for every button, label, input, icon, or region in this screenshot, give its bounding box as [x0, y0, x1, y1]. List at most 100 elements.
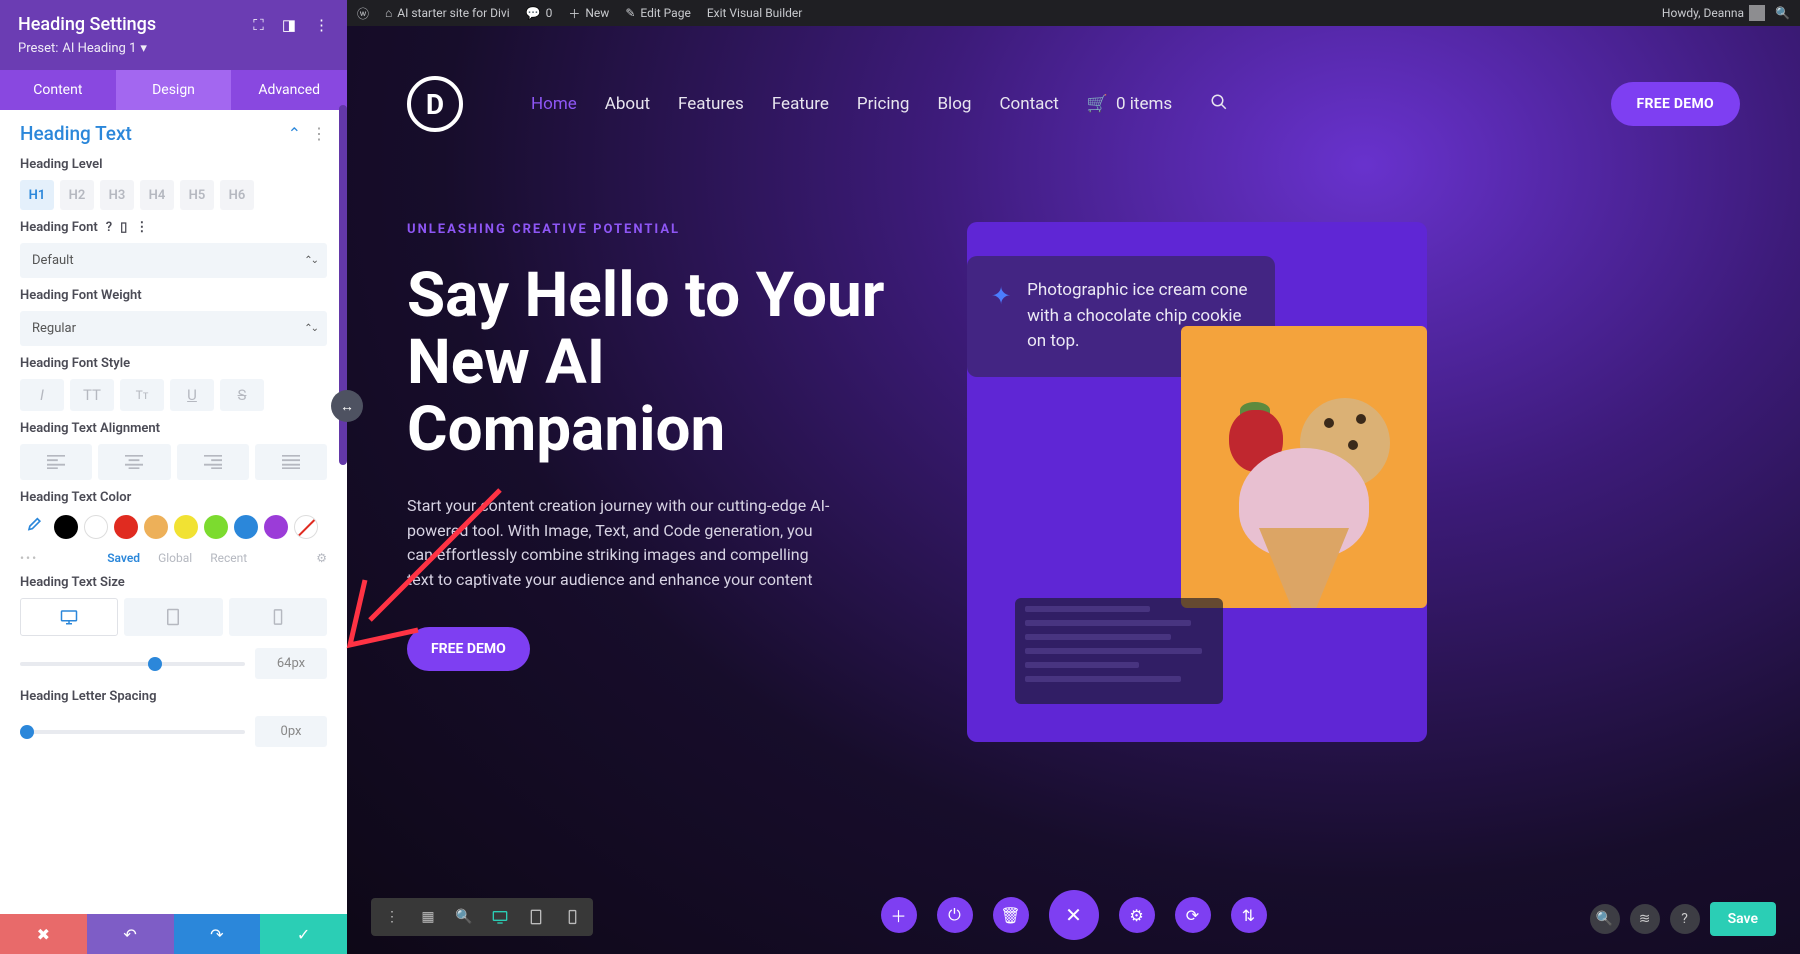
undo-button[interactable]: ↶	[87, 914, 174, 954]
settings-tabs: Content Design Advanced	[0, 70, 347, 110]
sidebar-toggle-handle[interactable]: ↔	[331, 390, 363, 422]
vt-wireframe-icon[interactable]: ▦	[411, 904, 445, 930]
avatar	[1749, 5, 1765, 21]
nav-features[interactable]: Features	[678, 94, 744, 114]
nav-cta-button[interactable]: FREE DEMO	[1611, 82, 1740, 126]
color-red[interactable]	[114, 515, 138, 539]
color-yellow[interactable]	[174, 515, 198, 539]
nav-home[interactable]: Home	[531, 94, 577, 114]
letter-spacing-value[interactable]: 0px	[255, 716, 327, 747]
save-button[interactable]: Save	[1710, 902, 1776, 936]
confirm-button[interactable]: ✓	[260, 914, 347, 954]
color-tab-recent[interactable]: Recent	[210, 551, 247, 565]
device-tablet[interactable]	[124, 598, 222, 636]
heading-level-h2[interactable]: H2	[60, 180, 94, 210]
color-green[interactable]	[204, 515, 228, 539]
color-tab-global[interactable]: Global	[158, 551, 192, 565]
settings-button[interactable]: ⚙	[1119, 897, 1155, 933]
focus-icon[interactable]: ⛶	[253, 16, 264, 34]
find-button[interactable]: 🔍	[1590, 904, 1620, 934]
section-title-heading-text[interactable]: Heading Text	[20, 122, 132, 145]
heading-font-select[interactable]: Default	[20, 243, 327, 278]
color-black[interactable]	[54, 515, 78, 539]
eyedropper-icon[interactable]	[20, 513, 48, 541]
more-colors-icon[interactable]: •••	[20, 551, 38, 565]
layers-button[interactable]: ≋	[1630, 904, 1660, 934]
wp-comments[interactable]: 💬 0	[526, 6, 553, 20]
delete-button[interactable]: 🗑	[993, 897, 1029, 933]
preset-selector[interactable]: Preset: AI Heading 1 ▾	[18, 41, 329, 56]
heading-font-weight-select[interactable]: Regular	[20, 311, 327, 346]
heading-level-h1[interactable]: H1	[20, 180, 54, 210]
tab-design[interactable]: Design	[116, 70, 232, 110]
device-phone[interactable]	[229, 598, 327, 636]
hero-title: Say Hello to Your New AI Companion	[407, 263, 927, 464]
nav-cart[interactable]: 🛒 0 items	[1087, 94, 1172, 114]
color-orange[interactable]	[144, 515, 168, 539]
nav-about[interactable]: About	[605, 94, 650, 114]
color-tab-saved[interactable]: Saved	[107, 551, 140, 565]
heading-text-size-label: Heading Text Size	[20, 575, 327, 590]
add-button[interactable]: ＋	[881, 897, 917, 933]
wp-exit-vb[interactable]: Exit Visual Builder	[707, 6, 803, 20]
device-desktop[interactable]	[20, 598, 118, 636]
tab-content[interactable]: Content	[0, 70, 116, 110]
wp-new[interactable]: ＋ New	[568, 5, 609, 22]
responsive-icon[interactable]: ▯	[120, 220, 127, 235]
heading-level-h5[interactable]: H5	[180, 180, 214, 210]
dock-icon[interactable]: ◨	[282, 16, 296, 34]
help-icon[interactable]: ?	[106, 220, 112, 235]
panel-title: Heading Settings	[18, 14, 156, 35]
vt-desktop-icon[interactable]	[483, 904, 517, 930]
kebab-menu-icon[interactable]: ⋮	[314, 16, 329, 34]
wp-search-icon[interactable]: 🔍	[1775, 6, 1790, 20]
nav-pricing[interactable]: Pricing	[857, 94, 910, 114]
font-style-strike[interactable]: S	[220, 379, 264, 411]
redo-button[interactable]: ↷	[174, 914, 261, 954]
heading-level-h4[interactable]: H4	[140, 180, 174, 210]
vt-kebab-icon[interactable]: ⋮	[375, 904, 409, 930]
letter-spacing-slider[interactable]	[20, 730, 245, 734]
align-left[interactable]	[20, 444, 92, 480]
close-builder-button[interactable]: ✕	[1049, 890, 1099, 940]
font-style-uppercase[interactable]: TT	[70, 379, 114, 411]
color-settings-gear-icon[interactable]: ⚙	[316, 551, 327, 565]
vt-phone-icon[interactable]	[555, 904, 589, 930]
align-center[interactable]	[98, 444, 170, 480]
nav-blog[interactable]: Blog	[937, 94, 971, 114]
nav-contact[interactable]: Contact	[999, 94, 1058, 114]
align-right[interactable]	[177, 444, 249, 480]
tab-advanced[interactable]: Advanced	[231, 70, 347, 110]
section-kebab-icon[interactable]: ⋮	[311, 124, 327, 143]
power-button[interactable]: ⏻	[937, 897, 973, 933]
vt-tablet-icon[interactable]	[519, 904, 553, 930]
close-button[interactable]: ✖	[0, 914, 87, 954]
align-justify[interactable]	[255, 444, 327, 480]
wp-edit-page[interactable]: ✎ Edit Page	[625, 6, 691, 20]
text-size-value[interactable]: 64px	[255, 648, 327, 679]
heading-level-h3[interactable]: H3	[100, 180, 134, 210]
font-style-smallcaps[interactable]: Tᴛ	[120, 379, 164, 411]
wp-site-link[interactable]: ⌂ AI starter site for Divi	[385, 6, 510, 20]
history-button[interactable]: ⟳	[1175, 897, 1211, 933]
color-blue[interactable]	[234, 515, 258, 539]
color-none[interactable]	[294, 515, 318, 539]
help-button[interactable]: ?	[1670, 904, 1700, 934]
nav-feature[interactable]: Feature	[772, 94, 829, 114]
font-style-underline[interactable]: U	[170, 379, 214, 411]
sort-button[interactable]: ⇅	[1231, 897, 1267, 933]
wp-logo-icon[interactable]: ⓦ	[357, 5, 369, 22]
color-white[interactable]	[84, 515, 108, 539]
hero-cta-button[interactable]: FREE DEMO	[407, 627, 530, 671]
nav-search-icon[interactable]	[1210, 93, 1228, 115]
heading-level-h6[interactable]: H6	[220, 180, 254, 210]
text-size-slider[interactable]	[20, 662, 245, 666]
vt-zoom-icon[interactable]: 🔍	[447, 904, 481, 930]
font-style-italic[interactable]: I	[20, 379, 64, 411]
collapse-icon[interactable]: ⌃	[288, 124, 301, 143]
site-logo[interactable]: D	[407, 76, 463, 132]
color-purple[interactable]	[264, 515, 288, 539]
hover-icon[interactable]: ⋮	[135, 220, 148, 235]
wp-howdy[interactable]: Howdy, Deanna	[1662, 5, 1765, 21]
page-preview: D Home About Features Feature Pricing Bl…	[347, 26, 1800, 954]
